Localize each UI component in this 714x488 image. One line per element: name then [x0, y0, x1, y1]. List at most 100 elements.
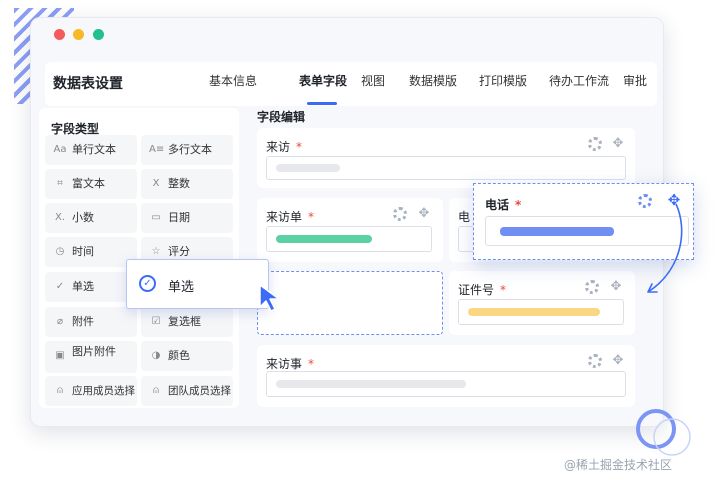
field-type-rich-text[interactable]: ⌗ 富文本 — [45, 169, 137, 199]
field-type-team-member[interactable]: ⍝ 团队成员选择 — [141, 376, 233, 406]
field-type-time[interactable]: ◷ 时间 — [45, 237, 137, 267]
drag-handle-icon[interactable]: ✥ — [609, 280, 623, 294]
gear-icon[interactable] — [393, 207, 407, 221]
single-line-text-icon: Aa — [53, 144, 67, 155]
tab-view[interactable]: 视图 — [361, 72, 385, 89]
field-type-color[interactable]: ◑ 颜色 — [141, 341, 233, 371]
field-type-integer[interactable]: X 整数 — [141, 169, 233, 199]
field-type-label: 评分 — [168, 245, 190, 258]
placeholder-bar — [500, 227, 614, 236]
field-type-attachment[interactable]: ⌀ 附件 — [45, 307, 137, 337]
field-card-visit-matter[interactable]: 来访事 * ✥ — [257, 345, 635, 407]
field-type-label: 多行文本 — [168, 143, 212, 156]
field-type-label: 小数 — [72, 211, 94, 224]
tab-basic-info[interactable]: 基本信息 — [209, 72, 257, 89]
field-type-label: 图片附件 — [72, 345, 116, 358]
required-mark: * — [308, 210, 315, 224]
tab-data-template[interactable]: 数据模版 — [409, 72, 457, 89]
multi-line-text-icon: A≡ — [149, 144, 165, 155]
field-types-panel: 字段类型 Aa 单行文本 A≡ 多行文本 ⌗ 富文本 X 整数 X. 小数 ▭ … — [39, 108, 239, 408]
field-card-visit-form[interactable]: 来访单 * ✥ — [257, 198, 443, 262]
close-window-dot[interactable] — [54, 29, 65, 40]
watermark-text: @稀土掘金技术社区 — [564, 458, 673, 472]
drag-handle-icon[interactable]: ✥ — [611, 354, 625, 368]
field-label: 来访单 * — [266, 208, 314, 225]
placeholder-bar — [468, 308, 600, 316]
field-type-date[interactable]: ▭ 日期 — [141, 203, 233, 233]
field-label-text: 电话 — [485, 198, 510, 212]
field-type-label: 团队成员选择 — [168, 385, 231, 397]
user-icon: ⍝ — [57, 385, 63, 396]
field-type-decimal[interactable]: X. 小数 — [45, 203, 137, 233]
field-type-checkbox[interactable]: ☑ 复选框 — [141, 307, 233, 337]
field-type-single-line-text[interactable]: Aa 单行文本 — [45, 135, 137, 165]
required-mark: * — [296, 140, 303, 154]
paperclip-icon: ⌀ — [56, 316, 64, 327]
page-title: 数据表设置 — [53, 76, 123, 92]
field-label: 电话 * — [485, 196, 521, 213]
field-type-label: 富文本 — [72, 177, 105, 190]
field-type-app-member[interactable]: ⍝ 应用成员选择 — [45, 376, 137, 406]
palette-icon: ◑ — [151, 350, 161, 361]
drag-handle-icon[interactable]: ✥ — [611, 137, 625, 151]
curved-arrow-icon — [647, 203, 683, 293]
field-type-label: 整数 — [168, 177, 190, 190]
radio-icon: ✓ — [55, 281, 65, 292]
tab-approval[interactable]: 审批 — [623, 72, 647, 89]
placeholder-bar — [276, 380, 466, 388]
required-mark: * — [515, 198, 522, 212]
checkbox-icon: ☑ — [151, 316, 161, 327]
team-icon: ⍝ — [153, 385, 159, 396]
dragging-item-label: 单选 — [168, 280, 195, 295]
rich-text-icon: ⌗ — [57, 178, 63, 189]
field-label-text: 来访事 — [266, 357, 303, 371]
field-type-label: 单行文本 — [72, 143, 116, 156]
field-label: 来访 * — [266, 138, 302, 155]
gear-icon[interactable] — [588, 137, 602, 151]
dragging-radio-item[interactable]: ✓ 单选 — [126, 259, 269, 309]
field-card-id-number[interactable]: 证件号 * ✥ — [449, 271, 635, 335]
calendar-icon: ▭ — [151, 212, 161, 223]
clock-icon: ◷ — [55, 246, 65, 257]
field-label: 证件号 * — [458, 281, 506, 298]
field-type-label: 复选框 — [168, 315, 201, 328]
placeholder-bar — [276, 235, 372, 243]
active-tab-indicator — [307, 102, 337, 105]
tab-todo-workflow[interactable]: 待办工作流 — [549, 72, 609, 89]
field-type-label: 时间 — [72, 245, 94, 258]
field-type-label: 附件 — [72, 315, 94, 328]
field-input-visit[interactable] — [266, 156, 626, 180]
field-input-visit-form[interactable] — [266, 226, 432, 252]
field-editor-title: 字段编辑 — [257, 110, 306, 124]
field-input-id-number[interactable] — [458, 299, 624, 325]
field-type-label: 日期 — [168, 211, 190, 224]
decimal-icon: X. — [54, 212, 66, 223]
field-type-image-attachment[interactable]: ▣ 图片附件 — [45, 341, 137, 373]
required-mark: * — [308, 357, 315, 371]
tab-print-template[interactable]: 打印模版 — [479, 72, 527, 89]
field-type-label: 颜色 — [168, 349, 190, 362]
header-bar: 数据表设置 基本信息 表单字段 视图 数据模版 打印模版 待办工作流 审批 — [45, 62, 657, 106]
tab-form-fields[interactable]: 表单字段 — [299, 72, 347, 89]
field-label: 电 — [458, 210, 471, 224]
integer-icon: X — [152, 178, 160, 189]
field-type-multi-line-text[interactable]: A≡ 多行文本 — [141, 135, 233, 165]
field-type-radio[interactable]: ✓ 单选 — [45, 272, 137, 302]
mouse-pointer-icon — [259, 284, 280, 312]
field-type-label: 应用成员选择 — [72, 385, 135, 397]
field-card-visit[interactable]: 来访 * ✥ — [257, 128, 635, 188]
field-label-text: 来访 — [266, 140, 291, 154]
required-mark: * — [500, 283, 507, 297]
field-input-visit-matter[interactable] — [266, 371, 626, 397]
check-circle-icon: ✓ — [139, 275, 156, 292]
gear-icon[interactable] — [585, 280, 599, 294]
field-label: 来访事 * — [266, 355, 314, 372]
maximize-window-dot[interactable] — [93, 29, 104, 40]
image-icon: ▣ — [55, 350, 65, 361]
field-label-text: 来访单 — [266, 210, 303, 224]
drop-zone[interactable] — [257, 271, 443, 335]
drag-handle-icon[interactable]: ✥ — [417, 207, 431, 221]
gear-icon[interactable] — [588, 354, 602, 368]
field-type-label: 单选 — [72, 280, 94, 293]
minimize-window-dot[interactable] — [73, 29, 84, 40]
